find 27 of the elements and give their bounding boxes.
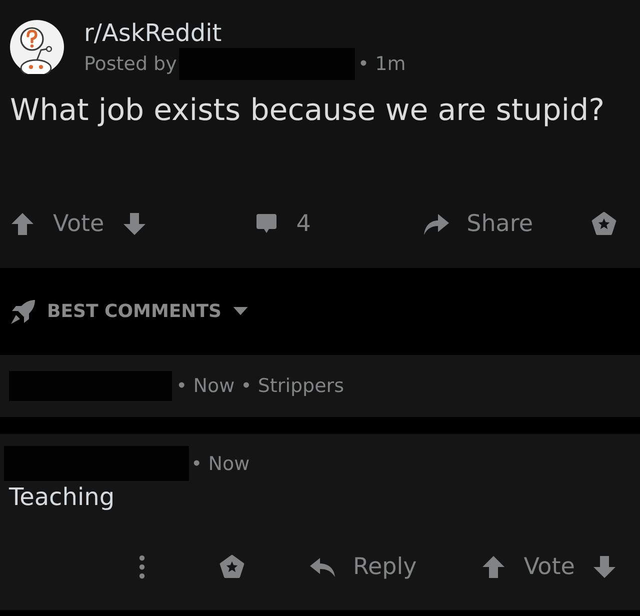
reply-icon bbox=[309, 555, 336, 579]
more-options-icon[interactable] bbox=[139, 555, 145, 579]
downvote-icon[interactable] bbox=[592, 555, 617, 579]
posted-by-label: Posted by bbox=[84, 52, 177, 76]
award-icon[interactable] bbox=[590, 211, 618, 237]
comment-age: • Now bbox=[176, 374, 235, 398]
upvote-icon[interactable] bbox=[10, 212, 35, 236]
share-button[interactable]: Share bbox=[422, 210, 533, 238]
post-title: What job exists because we are stupid? bbox=[9, 93, 606, 129]
subreddit-name[interactable]: r/AskReddit bbox=[84, 19, 222, 47]
rocket-icon bbox=[10, 298, 36, 324]
award-icon[interactable] bbox=[218, 554, 246, 580]
comments-button[interactable]: 4 bbox=[254, 210, 311, 238]
upvote-icon[interactable] bbox=[480, 555, 506, 579]
downvote-icon[interactable] bbox=[122, 212, 148, 236]
caret-icon bbox=[233, 307, 248, 316]
reply-button[interactable]: Reply bbox=[309, 553, 417, 581]
vote-label: Vote bbox=[524, 553, 575, 581]
share-icon bbox=[422, 212, 450, 236]
post-age: • 1m bbox=[358, 52, 406, 76]
comment-age: • Now bbox=[191, 452, 250, 476]
comment-card[interactable]: • Now • Strippers bbox=[0, 355, 640, 417]
comment-preview: • Strippers bbox=[240, 374, 344, 398]
sort-dropdown[interactable]: BEST COMMENTS bbox=[10, 298, 248, 324]
vote-label: Vote bbox=[53, 210, 104, 238]
comment-body: Teaching bbox=[8, 482, 116, 512]
subreddit-avatar-icon[interactable] bbox=[10, 20, 64, 74]
